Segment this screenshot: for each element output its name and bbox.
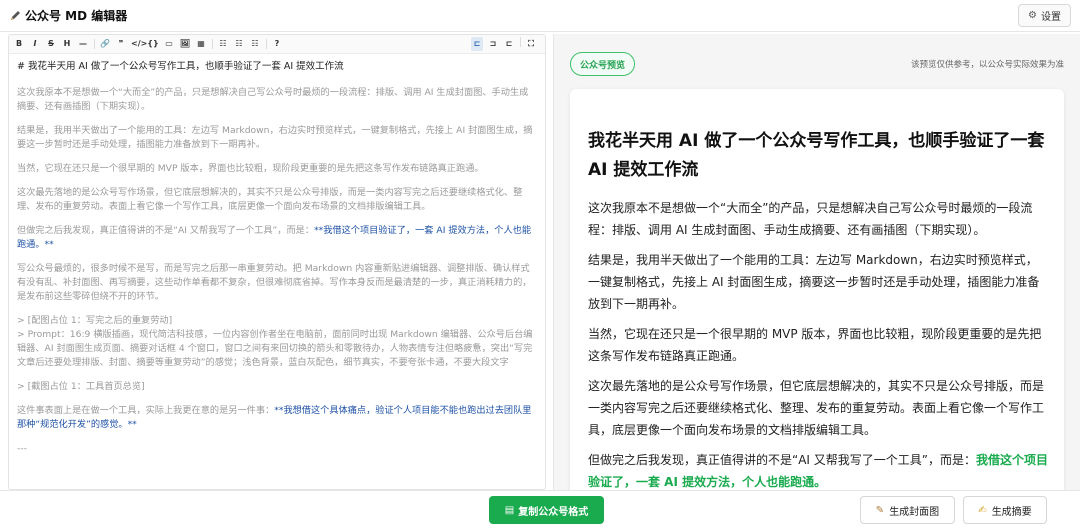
quote-icon[interactable]: ❞ [115, 37, 127, 51]
editor-paragraph: 当然，它现在还只是一个很早期的 MVP 版本，界面也比较粗，现阶段更重要的是先把… [17, 163, 484, 174]
fullscreen-icon[interactable]: ⛶ [525, 37, 537, 51]
pen-icon [9, 10, 21, 22]
image-icon[interactable]: 🖼 [179, 37, 191, 51]
preview-paragraph: 当然，它现在还只是一个很早期的 MVP 版本，界面也比较粗，现阶段更重要的是先把… [588, 327, 1042, 363]
markdown-editor[interactable]: B I S H — 🔗 ❞ </> {} ▭ 🖼 ▦ ☷ ☷ ☷ ? ⊏ ⊐ ⊏… [8, 34, 546, 490]
strikethrough-button[interactable]: S [45, 37, 57, 51]
generate-cover-button[interactable]: ✎ 生成封面图 [860, 496, 955, 524]
preview-only-view-icon[interactable]: ⊏ [503, 37, 515, 51]
preview-paragraph: 这次我原本不是想做一个“大而全”的产品，只是想解决自己写公众号时最烦的一段流程：… [588, 201, 1033, 237]
settings-label: 设置 [1041, 12, 1061, 23]
editor-text-span: 这件事表面上是在做一个工具，实际上我更在意的是另一件事： [17, 405, 275, 416]
split-view-icon[interactable]: ⊐ [487, 37, 499, 51]
unordered-list-icon[interactable]: ☷ [217, 37, 229, 51]
editor-paragraph: 这件事表面上是在做一个工具，实际上我更在意的是另一件事：**我想借这个具体痛点，… [17, 404, 537, 432]
toolbar-divider [520, 37, 521, 47]
editor-paragraph: 写公众号最烦的，很多时候不是写，而是写完之后那一串重复劳动。把 Markdown… [17, 263, 532, 302]
code-icon[interactable]: </> [131, 37, 147, 51]
table-icon[interactable]: ▦ [195, 37, 207, 51]
generate-summary-label: 生成摘要 [991, 506, 1032, 518]
editor-rule-line: --- [17, 443, 27, 454]
settings-button[interactable]: ⚙ 设置 [1018, 4, 1071, 27]
preview-card[interactable]: 我花半天用 AI 做了一个公众号写作工具，也顺手验证了一套 AI 提效工作流 这… [570, 89, 1064, 499]
preview-area: 公众号预览 该预览仅供参考，以公众号实际效果为准 我花半天用 AI 做了一个公众… [553, 34, 1080, 499]
toolbar-divider [212, 39, 213, 49]
preview-content: 我花半天用 AI 做了一个公众号写作工具，也顺手验证了一套 AI 提效工作流 这… [588, 127, 1048, 499]
editor-paragraph: 这次我原本不是想做一个“大而全”的产品，只是想解决自己写公众号时最烦的一段流程：… [17, 87, 529, 112]
preview-paragraph: 但做完之后我发现，真正值得讲的不是“AI 又帮我写了一个工具”，而是：我借这个项… [588, 449, 1048, 493]
code-block-icon[interactable]: {} [147, 37, 159, 51]
copy-format-button[interactable]: ▤ 复制公众号格式 [489, 496, 604, 524]
preview-paragraph: 这次最先落地的是公众号写作场景，但它底层想解决的，其实不只是公众号排版，而是一类… [588, 379, 1045, 437]
bottom-action-bar: ▤ 复制公众号格式 ✎ 生成封面图 ✍ 生成摘要 [0, 490, 1080, 528]
preview-paragraph: 结果是，我用半天做出了一个能用的工具：左边写 Markdown，右边实时预览样式… [588, 253, 1040, 311]
app-title-text: 公众号 MD 编辑器 [25, 9, 128, 23]
app-title: 公众号 MD 编辑器 [9, 7, 127, 24]
gear-icon: ⚙ [1028, 10, 1037, 21]
horizontal-rule-button[interactable]: — [77, 37, 89, 51]
italic-button[interactable]: I [29, 37, 41, 51]
toolbar-view-group: ⊏ ⊐ ⊏ ⛶ [471, 37, 541, 51]
pencil-icon: ✍ [978, 504, 987, 516]
preview-title: 我花半天用 AI 做了一个公众号写作工具，也顺手验证了一套 AI 提效工作流 [588, 131, 1045, 180]
generate-summary-button[interactable]: ✍ 生成摘要 [963, 496, 1047, 524]
palette-icon: ✎ [875, 504, 885, 516]
help-icon[interactable]: ? [271, 37, 283, 51]
heading-button[interactable]: H [61, 37, 73, 51]
preview-badge: 公众号预览 [570, 52, 636, 76]
editor-blockquote: > [截图占位 1：工具首页总览] [17, 381, 145, 392]
editor-toolbar: B I S H — 🔗 ❞ </> {} ▭ 🖼 ▦ ☷ ☷ ☷ ? ⊏ ⊐ ⊏… [9, 35, 545, 54]
clipboard-icon: ▤ [504, 504, 515, 516]
ordered-list-icon[interactable]: ☷ [233, 37, 245, 51]
toolbar-format-group: B I S H — 🔗 ❞ </> {} ▭ 🖼 ▦ ☷ ☷ ☷ ? [13, 37, 287, 51]
preview-text-span: 但做完之后我发现，真正值得讲的不是“AI 又帮我写了一个工具”，而是： [588, 453, 976, 467]
editor-blockquote: > [配图占位 1：写完之后的重复劳动] > Prompt：16:9 横版插画，现… [17, 314, 537, 370]
toolbar-divider [94, 39, 95, 49]
editor-paragraph: 结果是，我用半天做出了一个能用的工具：左边写 Markdown，右边实时预览样式… [17, 125, 533, 150]
app-header: 公众号 MD 编辑器 ⚙ 设置 [0, 0, 1080, 32]
editor-text-span: 但做完之后我发现，真正值得讲的不是“AI 又帮我写了一个工具”，而是： [17, 225, 315, 236]
editor-text[interactable]: # 我花半天用 AI 做了一个公众号写作工具，也顺手验证了一套 AI 提效工作流… [17, 60, 537, 466]
editor-quote-line: > Prompt：16:9 横版插画，现代简洁科技感，一位内容创作者坐在电脑前，… [17, 329, 533, 368]
comment-icon[interactable]: ▭ [163, 37, 175, 51]
editor-paragraph: 这次最先落地的是公众号写作场景，但它底层想解决的，其实不只是公众号排版，而是一类… [17, 187, 523, 212]
copy-format-label: 复制公众号格式 [518, 506, 589, 518]
bold-button[interactable]: B [13, 37, 25, 51]
toolbar-divider [266, 39, 267, 49]
link-icon[interactable]: 🔗 [99, 37, 111, 51]
editor-heading-line: # 我花半天用 AI 做了一个公众号写作工具，也顺手验证了一套 AI 提效工作流 [17, 61, 344, 72]
editor-quote-line: > [配图占位 1：写完之后的重复劳动] [17, 315, 173, 326]
preview-note: 该预览仅供参考，以公众号实际效果为准 [910, 60, 1064, 70]
task-list-icon[interactable]: ☷ [249, 37, 261, 51]
generate-cover-label: 生成封面图 [889, 506, 940, 518]
editor-paragraph: 但做完之后我发现，真正值得讲的不是“AI 又帮我写了一个工具”，而是：**我借这… [17, 224, 537, 252]
editor-only-view-icon[interactable]: ⊏ [471, 37, 483, 51]
